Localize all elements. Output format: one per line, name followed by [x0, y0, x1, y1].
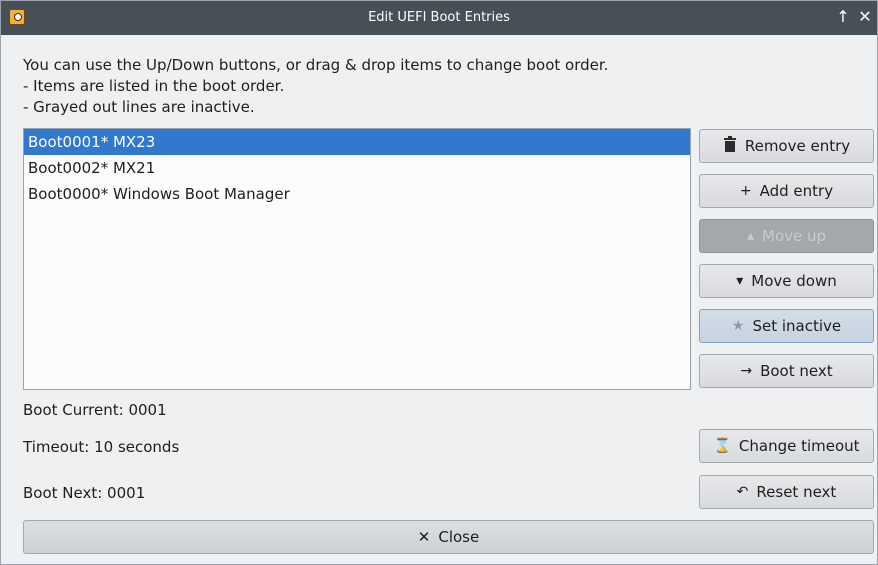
arrow-right-icon: → — [740, 363, 753, 379]
add-entry-button[interactable]: + Add entry — [699, 174, 874, 208]
title-bar[interactable]: Edit UEFI Boot Entries ↑ ✕ — [1, 1, 877, 35]
close-button[interactable]: ✕ Close — [23, 520, 874, 554]
remove-entry-button[interactable]: Remove entry — [699, 129, 874, 163]
set-inactive-button[interactable]: ★ Set inactive — [699, 309, 874, 343]
boot-next-status: Boot Next: 0001 — [23, 484, 146, 502]
instructions-line-1: You can use the Up/Down buttons, or drag… — [23, 56, 609, 74]
move-down-button[interactable]: ▾ Move down — [699, 264, 874, 298]
star-icon: ★ — [731, 318, 745, 334]
list-item[interactable]: Boot0001* MX23 — [24, 129, 690, 155]
remove-entry-label: Remove entry — [744, 137, 851, 155]
change-timeout-label: Change timeout — [738, 437, 860, 455]
reset-next-button[interactable]: ↶ Reset next — [699, 475, 874, 509]
dialog-window: Edit UEFI Boot Entries ↑ ✕ You can use t… — [0, 0, 878, 565]
arrow-down-icon: ▾ — [736, 273, 744, 289]
boot-next-label: Boot next — [760, 362, 833, 380]
keep-above-icon[interactable]: ↑ — [833, 7, 853, 27]
instructions-line-3: - Grayed out lines are inactive. — [23, 98, 255, 116]
set-inactive-label: Set inactive — [752, 317, 842, 335]
change-timeout-button[interactable]: ⌛ Change timeout — [699, 429, 874, 463]
reset-next-label: Reset next — [756, 483, 837, 501]
close-icon: ✕ — [417, 528, 431, 546]
timeout-status: Timeout: 10 seconds — [23, 438, 180, 456]
instructions-line-2: - Items are listed in the boot order. — [23, 77, 285, 95]
move-down-label: Move down — [751, 272, 837, 290]
hourglass-icon: ⌛ — [713, 438, 731, 454]
move-up-button[interactable]: ▴ Move up — [699, 219, 874, 253]
arrow-up-icon: ▴ — [746, 228, 754, 244]
undo-icon: ↶ — [736, 484, 749, 500]
boot-current-status: Boot Current: 0001 — [23, 401, 167, 419]
list-item[interactable]: Boot0000* Windows Boot Manager — [24, 181, 690, 207]
add-entry-label: Add entry — [759, 182, 834, 200]
boot-next-button[interactable]: → Boot next — [699, 354, 874, 388]
trash-icon — [723, 136, 737, 156]
window-title: Edit UEFI Boot Entries — [368, 10, 510, 25]
close-label: Close — [438, 528, 480, 546]
plus-icon: + — [739, 183, 752, 199]
close-icon[interactable]: ✕ — [855, 7, 875, 27]
list-item[interactable]: Boot0002* MX21 — [24, 155, 690, 181]
move-up-label: Move up — [762, 227, 827, 245]
boot-entries-list[interactable]: Boot0001* MX23 Boot0002* MX21 Boot0000* … — [23, 128, 691, 390]
